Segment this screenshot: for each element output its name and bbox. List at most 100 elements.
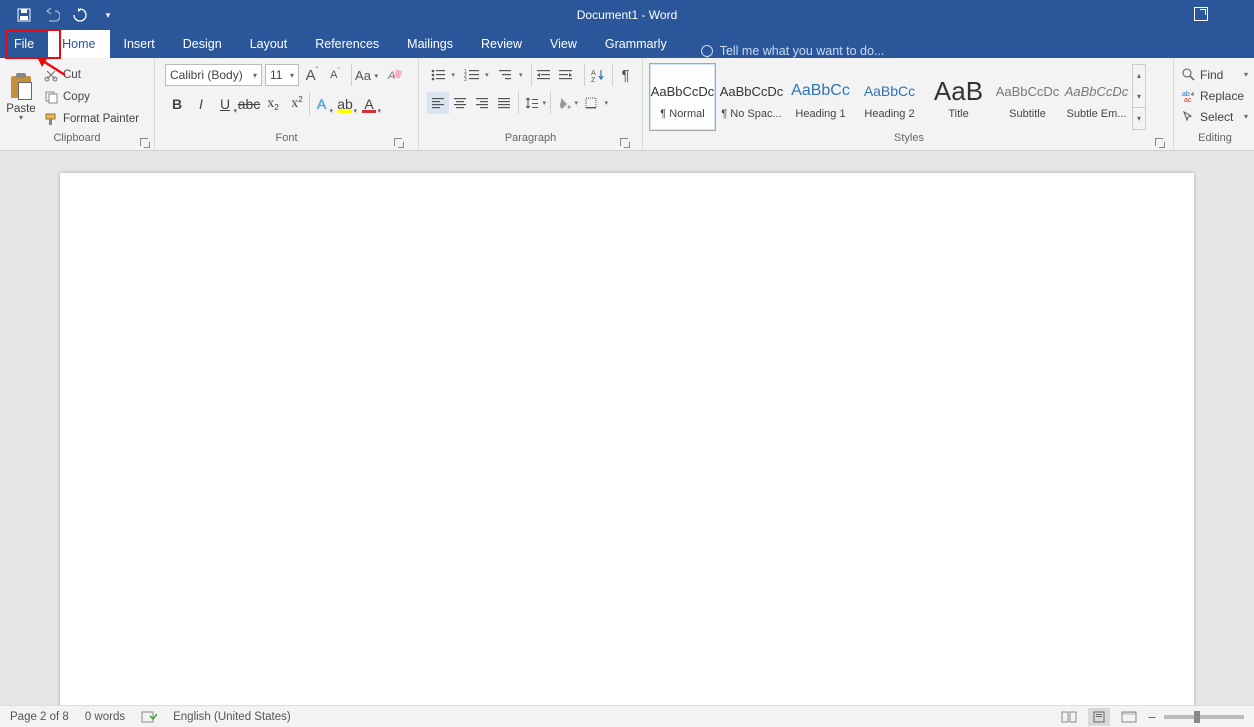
replace-button[interactable]: abacReplace <box>1182 85 1248 106</box>
justify-button[interactable] <box>493 92 515 114</box>
document-area[interactable] <box>0 151 1254 705</box>
format-painter-label: Format Painter <box>63 113 139 125</box>
copy-label: Copy <box>63 91 90 103</box>
tab-review[interactable]: Review <box>467 30 536 58</box>
style-name-label: ¶ No Spac... <box>719 108 784 120</box>
save-icon[interactable] <box>16 7 32 23</box>
underline-button[interactable]: U▾ <box>213 92 237 116</box>
text-effects-button[interactable]: A▾ <box>309 92 333 116</box>
tell-me-search[interactable]: Tell me what you want to do... <box>701 44 885 58</box>
svg-text:Z: Z <box>591 77 596 82</box>
font-name-combo[interactable]: Calibri (Body)▾ <box>165 64 262 86</box>
align-right-button[interactable] <box>471 92 493 114</box>
ribbon-display-options-icon[interactable] <box>1194 7 1208 21</box>
word-count-status[interactable]: 0 words <box>85 711 125 723</box>
document-page[interactable] <box>60 173 1194 705</box>
dropdown-icon: ▾ <box>374 72 378 80</box>
style-heading-2[interactable]: AaBbCcHeading 2 <box>856 63 923 131</box>
print-layout-button[interactable] <box>1088 708 1110 726</box>
bold-button[interactable]: B <box>165 92 189 116</box>
multilevel-list-button[interactable]: ▾ <box>495 64 517 86</box>
read-mode-button[interactable] <box>1058 708 1080 726</box>
dropdown-icon: ▾ <box>1244 112 1248 121</box>
clear-formatting-button[interactable]: A <box>384 64 404 86</box>
style---normal[interactable]: AaBbCcDc¶ Normal <box>649 63 716 131</box>
copy-button[interactable]: Copy <box>44 86 139 108</box>
style-name-label: Heading 2 <box>857 108 922 120</box>
align-center-button[interactable] <box>449 92 471 114</box>
change-case-button[interactable]: Aa▾ <box>351 64 371 86</box>
group-label-clipboard: Clipboard <box>53 132 100 144</box>
align-left-button[interactable] <box>427 92 449 114</box>
expand-gallery-icon[interactable]: ▾ <box>1133 107 1145 129</box>
svg-text:3: 3 <box>464 77 467 82</box>
font-color-button[interactable]: A▾ <box>357 92 381 116</box>
subscript-button[interactable]: x2 <box>261 92 285 116</box>
numbering-button[interactable]: 123▾ <box>461 64 483 86</box>
font-name-value: Calibri (Body) <box>170 68 243 82</box>
undo-icon[interactable] <box>44 7 60 23</box>
find-label: Find <box>1200 68 1223 82</box>
borders-button[interactable]: ▾ <box>580 92 602 114</box>
style-preview: AaBbCc <box>857 74 922 108</box>
scroll-up-icon[interactable]: ▴ <box>1133 65 1145 86</box>
zoom-slider[interactable] <box>1164 715 1244 719</box>
tab-mailings[interactable]: Mailings <box>393 30 467 58</box>
page-number-status[interactable]: Page 2 of 8 <box>10 711 69 723</box>
line-spacing-button[interactable]: ▾ <box>518 92 540 114</box>
bullets-button[interactable]: ▾ <box>427 64 449 86</box>
style-preview: AaBbCcDc <box>650 74 715 108</box>
language-status[interactable]: English (United States) <box>173 711 291 723</box>
web-layout-button[interactable] <box>1118 708 1140 726</box>
increase-font-button[interactable]: Aˆ <box>302 64 322 86</box>
annotation-arrow-icon <box>35 57 69 79</box>
highlight-button[interactable]: ab▾ <box>333 92 357 116</box>
decrease-indent-button[interactable] <box>531 64 553 86</box>
title-bar: ▾ Document1 - Word <box>0 0 1254 30</box>
dropdown-icon: ▾ <box>485 71 489 79</box>
style-heading-1[interactable]: AaBbCcHeading 1 <box>787 63 854 131</box>
find-button[interactable]: Find▾ <box>1182 64 1248 85</box>
tab-layout[interactable]: Layout <box>236 30 302 58</box>
group-styles: AaBbCcDc¶ NormalAaBbCcDc¶ No Spac...AaBb… <box>643 58 1174 150</box>
group-font: Calibri (Body)▾ 11▾ Aˆ Aˇ Aa▾ A B I U▾ a… <box>155 58 419 150</box>
styles-more-button[interactable]: ▴ ▾ ▾ <box>1132 64 1146 130</box>
dropdown-icon: ▾ <box>451 71 455 79</box>
tab-design[interactable]: Design <box>169 30 236 58</box>
font-color-swatch <box>362 110 376 113</box>
tab-insert[interactable]: Insert <box>110 30 169 58</box>
italic-button[interactable]: I <box>189 92 213 116</box>
superscript-button[interactable]: x2 <box>285 92 309 116</box>
paragraph-launcher-icon[interactable] <box>620 138 630 148</box>
style---no-spac---[interactable]: AaBbCcDc¶ No Spac... <box>718 63 785 131</box>
tab-grammarly[interactable]: Grammarly <box>591 30 681 58</box>
scroll-down-icon[interactable]: ▾ <box>1133 86 1145 107</box>
customize-qat-icon[interactable]: ▾ <box>100 7 116 23</box>
font-launcher-icon[interactable] <box>394 138 404 148</box>
zoom-out-button[interactable]: − <box>1148 709 1156 725</box>
paste-icon <box>9 73 33 101</box>
spelling-status-icon[interactable] <box>141 710 157 724</box>
tab-references[interactable]: References <box>301 30 393 58</box>
svg-text:ac: ac <box>1184 97 1192 102</box>
tab-view[interactable]: View <box>536 30 591 58</box>
style-preview: AaBbCcDc <box>719 74 784 108</box>
decrease-font-button[interactable]: Aˇ <box>325 64 345 86</box>
styles-launcher-icon[interactable] <box>1155 138 1165 148</box>
select-button[interactable]: Select▾ <box>1182 106 1248 127</box>
format-painter-button[interactable]: Format Painter <box>44 108 139 130</box>
font-size-combo[interactable]: 11▾ <box>265 64 299 86</box>
style-preview: AaB <box>926 74 991 108</box>
style-subtitle[interactable]: AaBbCcDcSubtitle <box>994 63 1061 131</box>
redo-icon[interactable] <box>72 7 88 23</box>
strikethrough-button[interactable]: abc <box>237 92 261 116</box>
group-editing: Find▾ abacReplace Select▾ Editing <box>1174 58 1254 150</box>
sort-button[interactable]: AZ <box>584 64 606 86</box>
show-hide-marks-button[interactable]: ¶ <box>612 64 634 86</box>
dropdown-icon: ▾ <box>377 107 381 115</box>
style-title[interactable]: AaBTitle <box>925 63 992 131</box>
clipboard-launcher-icon[interactable] <box>140 138 150 148</box>
style-subtle-em---[interactable]: AaBbCcDcSubtle Em... <box>1063 63 1130 131</box>
shading-button[interactable]: ▾ <box>550 92 572 114</box>
increase-indent-button[interactable] <box>555 64 577 86</box>
